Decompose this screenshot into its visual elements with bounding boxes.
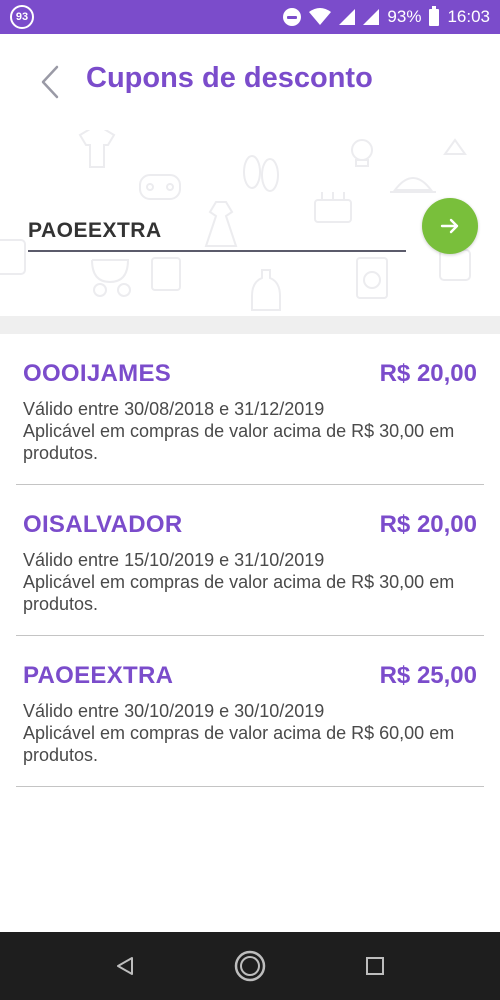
coupon-item[interactable]: OISALVADOR R$ 20,00 Válido entre 15/10/2…: [16, 485, 484, 636]
wifi-icon: [309, 8, 332, 25]
coupon-code-input[interactable]: [28, 212, 406, 252]
status-left: 93: [10, 5, 34, 29]
coupon-value: R$ 25,00: [379, 662, 477, 689]
nav-home-button[interactable]: [232, 948, 268, 984]
section-divider: [0, 316, 500, 334]
coupon-validity: Válido entre 15/10/2019 e 31/10/2019: [23, 550, 325, 570]
chevron-left-icon: [41, 65, 59, 99]
signal-icon: [339, 9, 356, 25]
back-button[interactable]: [30, 62, 70, 102]
coupon-value: R$ 20,00: [379, 360, 477, 387]
notification-badge-icon: 93: [10, 5, 34, 29]
coupon-description: Válido entre 15/10/2019 e 31/10/2019 Apl…: [23, 549, 483, 615]
apply-coupon-button[interactable]: [422, 198, 478, 254]
coupon-validity: Válido entre 30/08/2018 e 31/12/2019: [23, 399, 325, 419]
signal-icon-2: [363, 9, 380, 25]
triangle-back-icon: [117, 957, 133, 975]
coupon-condition: Aplicável em compras de valor acima de R…: [23, 421, 455, 463]
coupon-description: Válido entre 30/10/2019 e 30/10/2019 Apl…: [23, 700, 483, 766]
do-not-disturb-icon: [283, 8, 302, 26]
circle-home-icon: [234, 950, 266, 982]
battery-icon: [429, 5, 440, 26]
coupon-condition: Aplicável em compras de valor acima de R…: [23, 572, 455, 614]
battery-percent: 93%: [387, 7, 422, 26]
coupon-item[interactable]: OOOIJAMES R$ 20,00 Válido entre 30/08/20…: [16, 334, 484, 485]
status-bar: 93 93% 16:03: [0, 0, 500, 34]
system-nav-bar: [0, 932, 500, 1000]
coupon-list: OOOIJAMES R$ 20,00 Válido entre 30/08/20…: [0, 334, 500, 787]
coupon-item[interactable]: PAOEEXTRA R$ 25,00 Válido entre 30/10/20…: [16, 636, 484, 787]
coupon-validity: Válido entre 30/10/2019 e 30/10/2019: [23, 701, 325, 721]
page-title: Cupons de desconto: [86, 62, 373, 94]
clock: 16:03: [447, 7, 490, 26]
coupon-code: PAOEEXTRA: [23, 662, 174, 689]
arrow-right-icon: [440, 218, 459, 234]
square-recents-icon: [366, 957, 384, 975]
nav-recents-button[interactable]: [357, 948, 393, 984]
coupon-code: OOOIJAMES: [23, 360, 172, 387]
header: Cupons de desconto: [0, 34, 500, 130]
coupon-description: Válido entre 30/08/2018 e 31/12/2019 Apl…: [23, 398, 483, 464]
coupon-value: R$ 20,00: [379, 511, 477, 538]
app-screen: 93 93% 16:03 Cupons de desconto PAOEEXTR…: [0, 0, 500, 1000]
status-right: 93% 16:03: [283, 5, 490, 27]
coupon-code: OISALVADOR: [23, 511, 183, 538]
coupon-condition: Aplicável em compras de valor acima de R…: [23, 723, 455, 765]
nav-back-button[interactable]: [107, 948, 143, 984]
coupon-search-area: [0, 130, 500, 316]
